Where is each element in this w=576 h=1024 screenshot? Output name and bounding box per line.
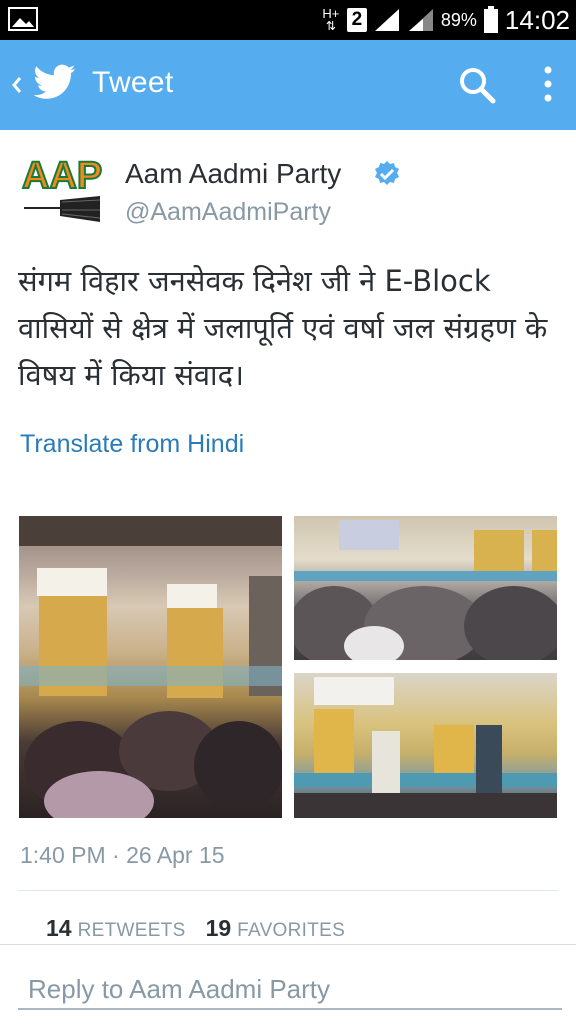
avatar[interactable]: AAP (20, 150, 104, 230)
reply-input[interactable] (18, 962, 562, 1010)
tweet-stats: 14 RETWEETS 19 FAVORITES (46, 915, 365, 942)
back-icon[interactable] (6, 68, 30, 102)
divider (18, 890, 558, 891)
retweets-label[interactable]: RETWEETS (78, 920, 186, 942)
tweet-photo[interactable] (19, 516, 282, 818)
author-handle[interactable]: @AamAadmiParty (125, 198, 331, 227)
favorites-label[interactable]: FAVORITES (237, 920, 345, 942)
photo-content (294, 677, 557, 818)
status-icons: H+ ⇅ 2 89% 14:02 (321, 0, 570, 40)
photo-content (19, 516, 282, 818)
photo-content (294, 520, 557, 660)
verified-icon (375, 161, 399, 185)
favorites-count[interactable]: 19 (206, 915, 232, 942)
tweet-text: संगम विहार जनसेवक दिनेश जी ने E-Block वा… (18, 264, 548, 392)
network-type: H+ ⇅ (322, 6, 340, 33)
signal-icon (374, 9, 399, 31)
more-icon[interactable] (536, 64, 560, 104)
tweet-timestamp: 1:40 PM · 26 Apr 15 (20, 842, 225, 868)
battery-percent: 89% (440, 9, 477, 30)
logo-text: AAP (22, 155, 102, 197)
translate-link[interactable]: Translate from Hindi (20, 430, 244, 459)
divider (0, 944, 576, 945)
status-bar: H+ ⇅ 2 89% 14:02 (0, 0, 576, 40)
twitter-bird-icon (34, 64, 76, 99)
signal-icon (408, 9, 433, 31)
page-title: Tweet (92, 66, 174, 99)
tweet-photo[interactable] (294, 673, 557, 818)
sim-indicator: 2 (346, 8, 367, 32)
gallery-icon (8, 7, 38, 31)
clock: 14:02 (504, 4, 570, 35)
author-name[interactable]: Aam Aadmi Party (125, 158, 341, 190)
battery-icon (483, 6, 498, 33)
tweet-photo[interactable] (294, 516, 557, 660)
retweets-count[interactable]: 14 (46, 915, 72, 942)
app-bar: Tweet (0, 40, 576, 130)
search-icon[interactable] (456, 64, 498, 106)
